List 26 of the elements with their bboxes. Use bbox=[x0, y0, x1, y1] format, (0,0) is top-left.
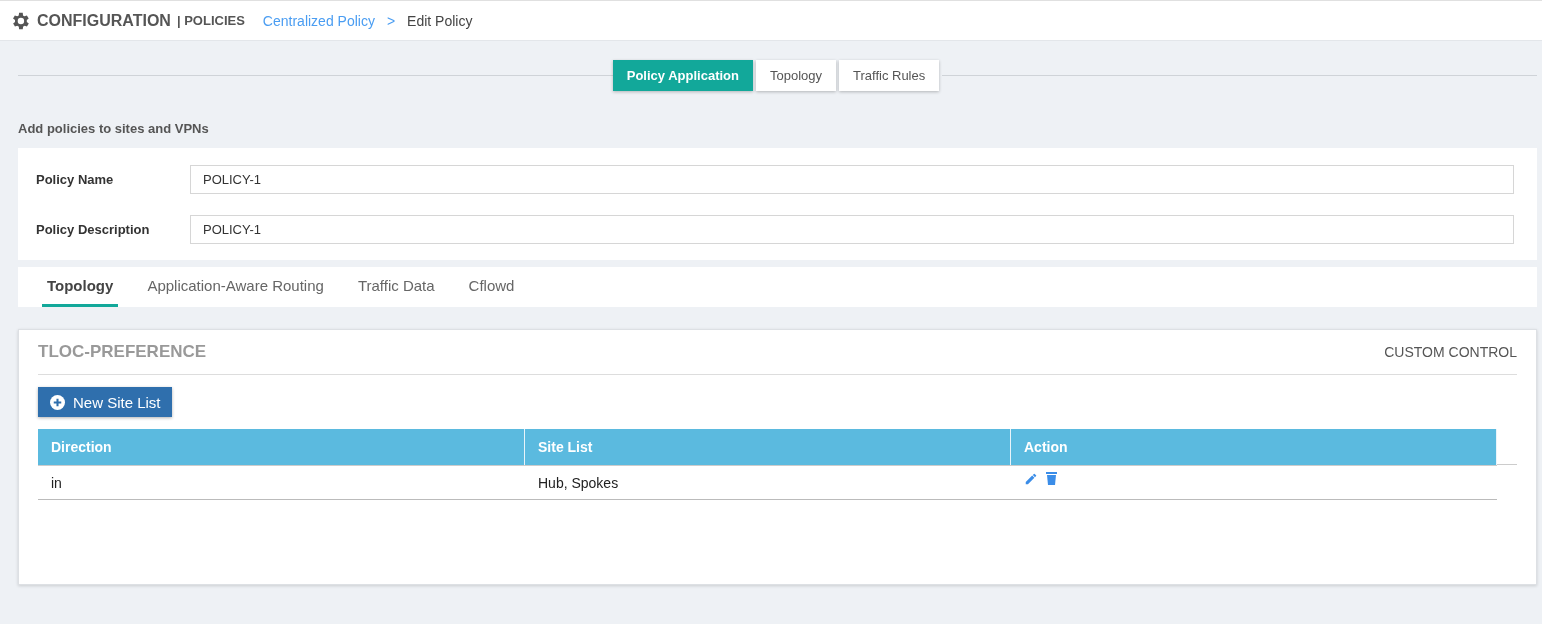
breadcrumb-current: Edit Policy bbox=[407, 12, 473, 29]
edit-icon[interactable] bbox=[1024, 472, 1038, 486]
column-header: Action bbox=[1011, 429, 1497, 465]
column-header: Site List bbox=[525, 429, 1011, 465]
plus-circle-icon bbox=[50, 394, 65, 410]
table-cell: in bbox=[38, 465, 525, 500]
table-cell: Hub, Spokes bbox=[525, 465, 1011, 500]
panel-type: CUSTOM CONTROL bbox=[1384, 344, 1517, 360]
field-label: Policy Name bbox=[36, 172, 115, 187]
panel-title: TLOC-PREFERENCE bbox=[38, 342, 207, 362]
section-title: | POLICIES bbox=[176, 13, 245, 28]
tab[interactable]: Traffic Data bbox=[352, 267, 440, 307]
intro-text: Add policies to sites and VPNs bbox=[18, 121, 210, 136]
tab[interactable]: Application-Aware Routing bbox=[142, 267, 329, 307]
breadcrumb-separator: > bbox=[386, 12, 396, 29]
tab[interactable]: Topology bbox=[42, 267, 119, 307]
input-field[interactable]: POLICY-1 bbox=[190, 215, 1514, 244]
field-label: Policy Description bbox=[36, 222, 151, 237]
column-header: Direction bbox=[38, 429, 525, 465]
input-field[interactable]: POLICY-1 bbox=[190, 165, 1514, 194]
tab[interactable]: Cflowd bbox=[463, 267, 520, 307]
delete-icon[interactable] bbox=[1046, 472, 1057, 485]
new-site-list-button[interactable]: New Site List bbox=[38, 387, 172, 417]
page-title: CONFIGURATION bbox=[37, 11, 171, 30]
step-tab[interactable]: Topology bbox=[755, 59, 836, 91]
step-tab[interactable]: Traffic Rules bbox=[839, 59, 940, 91]
